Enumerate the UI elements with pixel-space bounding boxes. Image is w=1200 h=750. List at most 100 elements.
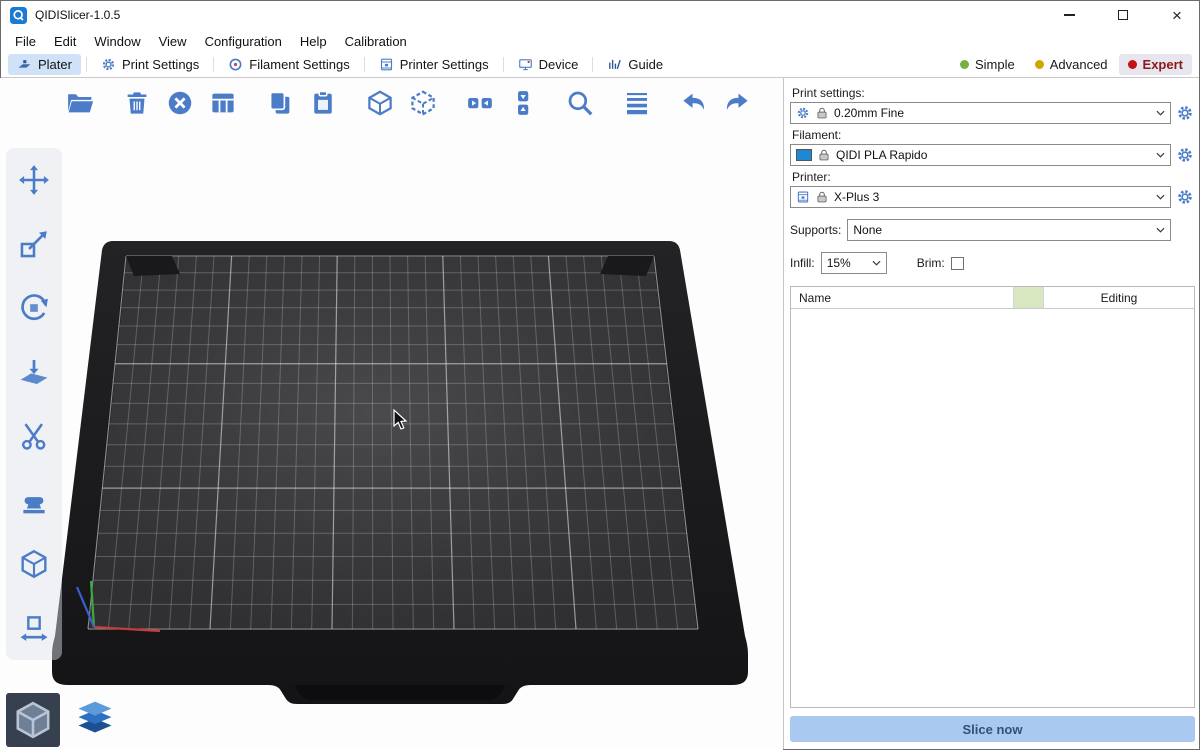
object-list-body[interactable]	[791, 309, 1194, 707]
tab-printer-settings[interactable]: Printer Settings	[370, 54, 498, 75]
menubar: File Edit Window View Configuration Help…	[0, 30, 1200, 52]
rotate-tool-button[interactable]	[11, 285, 57, 331]
filament-label: Filament:	[792, 128, 1193, 142]
move-tool-button[interactable]	[11, 157, 57, 203]
simple-mode-dot-icon	[960, 60, 969, 69]
mode-expert[interactable]: Expert	[1119, 54, 1192, 75]
paste-button[interactable]	[305, 85, 341, 121]
add-instance-button[interactable]	[362, 85, 398, 121]
print-settings-icon	[101, 57, 116, 72]
plater-icon	[17, 57, 32, 72]
folder-open-icon	[65, 88, 95, 118]
close-button[interactable]: ×	[1154, 0, 1200, 30]
lock-icon	[815, 190, 829, 204]
menu-window[interactable]: Window	[85, 32, 149, 51]
print-settings-value: 0.20mm Fine	[834, 106, 1151, 120]
minimize-button[interactable]	[1046, 0, 1092, 30]
maximize-icon	[1118, 10, 1128, 20]
menu-file[interactable]: File	[6, 32, 45, 51]
scale-tool-button[interactable]	[11, 221, 57, 267]
arrange-button[interactable]	[205, 85, 241, 121]
tab-separator	[503, 57, 504, 72]
printer-value: X-Plus 3	[834, 190, 1151, 204]
tab-guide[interactable]: Guide	[598, 54, 672, 75]
object-list[interactable]: Name Editing	[790, 286, 1195, 708]
undo-button[interactable]	[676, 85, 712, 121]
open-project-button[interactable]	[62, 85, 98, 121]
support-painting-tool-button[interactable]	[11, 477, 57, 523]
delete-all-button[interactable]	[162, 85, 198, 121]
bed-clip-right	[600, 256, 654, 276]
measure-tool-button[interactable]	[11, 541, 57, 587]
mode-label: Expert	[1143, 57, 1183, 72]
tab-plater[interactable]: Plater	[8, 54, 81, 75]
maximize-button[interactable]	[1100, 0, 1146, 30]
viewport-3d[interactable]	[0, 78, 783, 750]
print-settings-combo[interactable]: 0.20mm Fine	[790, 102, 1171, 124]
tab-separator	[213, 57, 214, 72]
scissors-icon	[17, 419, 51, 453]
mode-advanced[interactable]: Advanced	[1026, 54, 1117, 75]
bed-clip-left	[126, 256, 180, 276]
chevron-down-icon	[1156, 194, 1165, 200]
variable-layer-height-button[interactable]	[619, 85, 655, 121]
remove-instance-button[interactable]	[405, 85, 441, 121]
editor-view-button[interactable]	[6, 693, 60, 747]
mode-simple[interactable]: Simple	[951, 54, 1024, 75]
menu-edit[interactable]: Edit	[45, 32, 85, 51]
column-header-editing[interactable]: Editing	[1044, 287, 1194, 308]
delete-all-icon	[165, 88, 195, 118]
filament-combo[interactable]: QIDI PLA Rapido	[790, 144, 1171, 166]
add-instance-cube-icon	[365, 88, 395, 118]
filament-detail-button[interactable]	[1175, 145, 1195, 165]
menu-calibration[interactable]: Calibration	[336, 32, 416, 51]
split-parts-button[interactable]	[505, 85, 541, 121]
chevron-down-icon	[1156, 152, 1165, 158]
split-objects-button[interactable]	[462, 85, 498, 121]
variable-layer-height-icon	[622, 88, 652, 118]
tab-device[interactable]: Device	[509, 54, 588, 75]
redo-button[interactable]	[719, 85, 755, 121]
copy-button[interactable]	[262, 85, 298, 121]
mode-label: Advanced	[1050, 57, 1108, 72]
chevron-down-icon	[872, 260, 881, 266]
app-icon	[10, 7, 27, 24]
supports-label: Supports:	[790, 223, 841, 237]
supports-combo[interactable]: None	[847, 219, 1171, 241]
redo-icon	[722, 88, 752, 118]
bed-front-groove	[295, 685, 505, 700]
printer-combo[interactable]: X-Plus 3	[790, 186, 1171, 208]
column-header-name[interactable]: Name	[791, 287, 1014, 308]
tab-separator	[592, 57, 593, 72]
delete-button[interactable]	[119, 85, 155, 121]
trash-icon	[122, 88, 152, 118]
print-settings-detail-button[interactable]	[1175, 103, 1195, 123]
printer-detail-button[interactable]	[1175, 187, 1195, 207]
split-objects-icon	[465, 88, 495, 118]
device-icon	[518, 57, 533, 72]
object-list-header: Name Editing	[791, 287, 1194, 309]
tabbar: Plater Print Settings Filament Settings …	[0, 52, 1200, 78]
guide-icon	[607, 57, 622, 72]
menu-view[interactable]: View	[150, 32, 196, 51]
tab-separator	[86, 57, 87, 72]
menu-help[interactable]: Help	[291, 32, 336, 51]
printer-settings-icon	[379, 57, 394, 72]
tab-filament-settings[interactable]: Filament Settings	[219, 54, 358, 75]
brim-checkbox[interactable]	[951, 257, 964, 270]
window-title: QIDISlicer-1.0.5	[35, 8, 120, 22]
menu-configuration[interactable]: Configuration	[196, 32, 291, 51]
cut-tool-button[interactable]	[11, 413, 57, 459]
preview-view-button[interactable]	[68, 693, 122, 747]
slice-now-button[interactable]: Slice now	[790, 716, 1195, 742]
place-on-face-tool-button[interactable]	[11, 349, 57, 395]
build-plate	[0, 78, 783, 750]
infill-combo[interactable]: 15%	[821, 252, 887, 274]
distribute-tool-button[interactable]	[11, 605, 57, 651]
gear-icon	[796, 106, 810, 120]
gear-icon	[1176, 146, 1194, 164]
tab-print-settings[interactable]: Print Settings	[92, 54, 208, 75]
brim-label: Brim:	[917, 256, 945, 270]
search-button[interactable]	[562, 85, 598, 121]
column-header-extruder[interactable]	[1014, 287, 1044, 308]
